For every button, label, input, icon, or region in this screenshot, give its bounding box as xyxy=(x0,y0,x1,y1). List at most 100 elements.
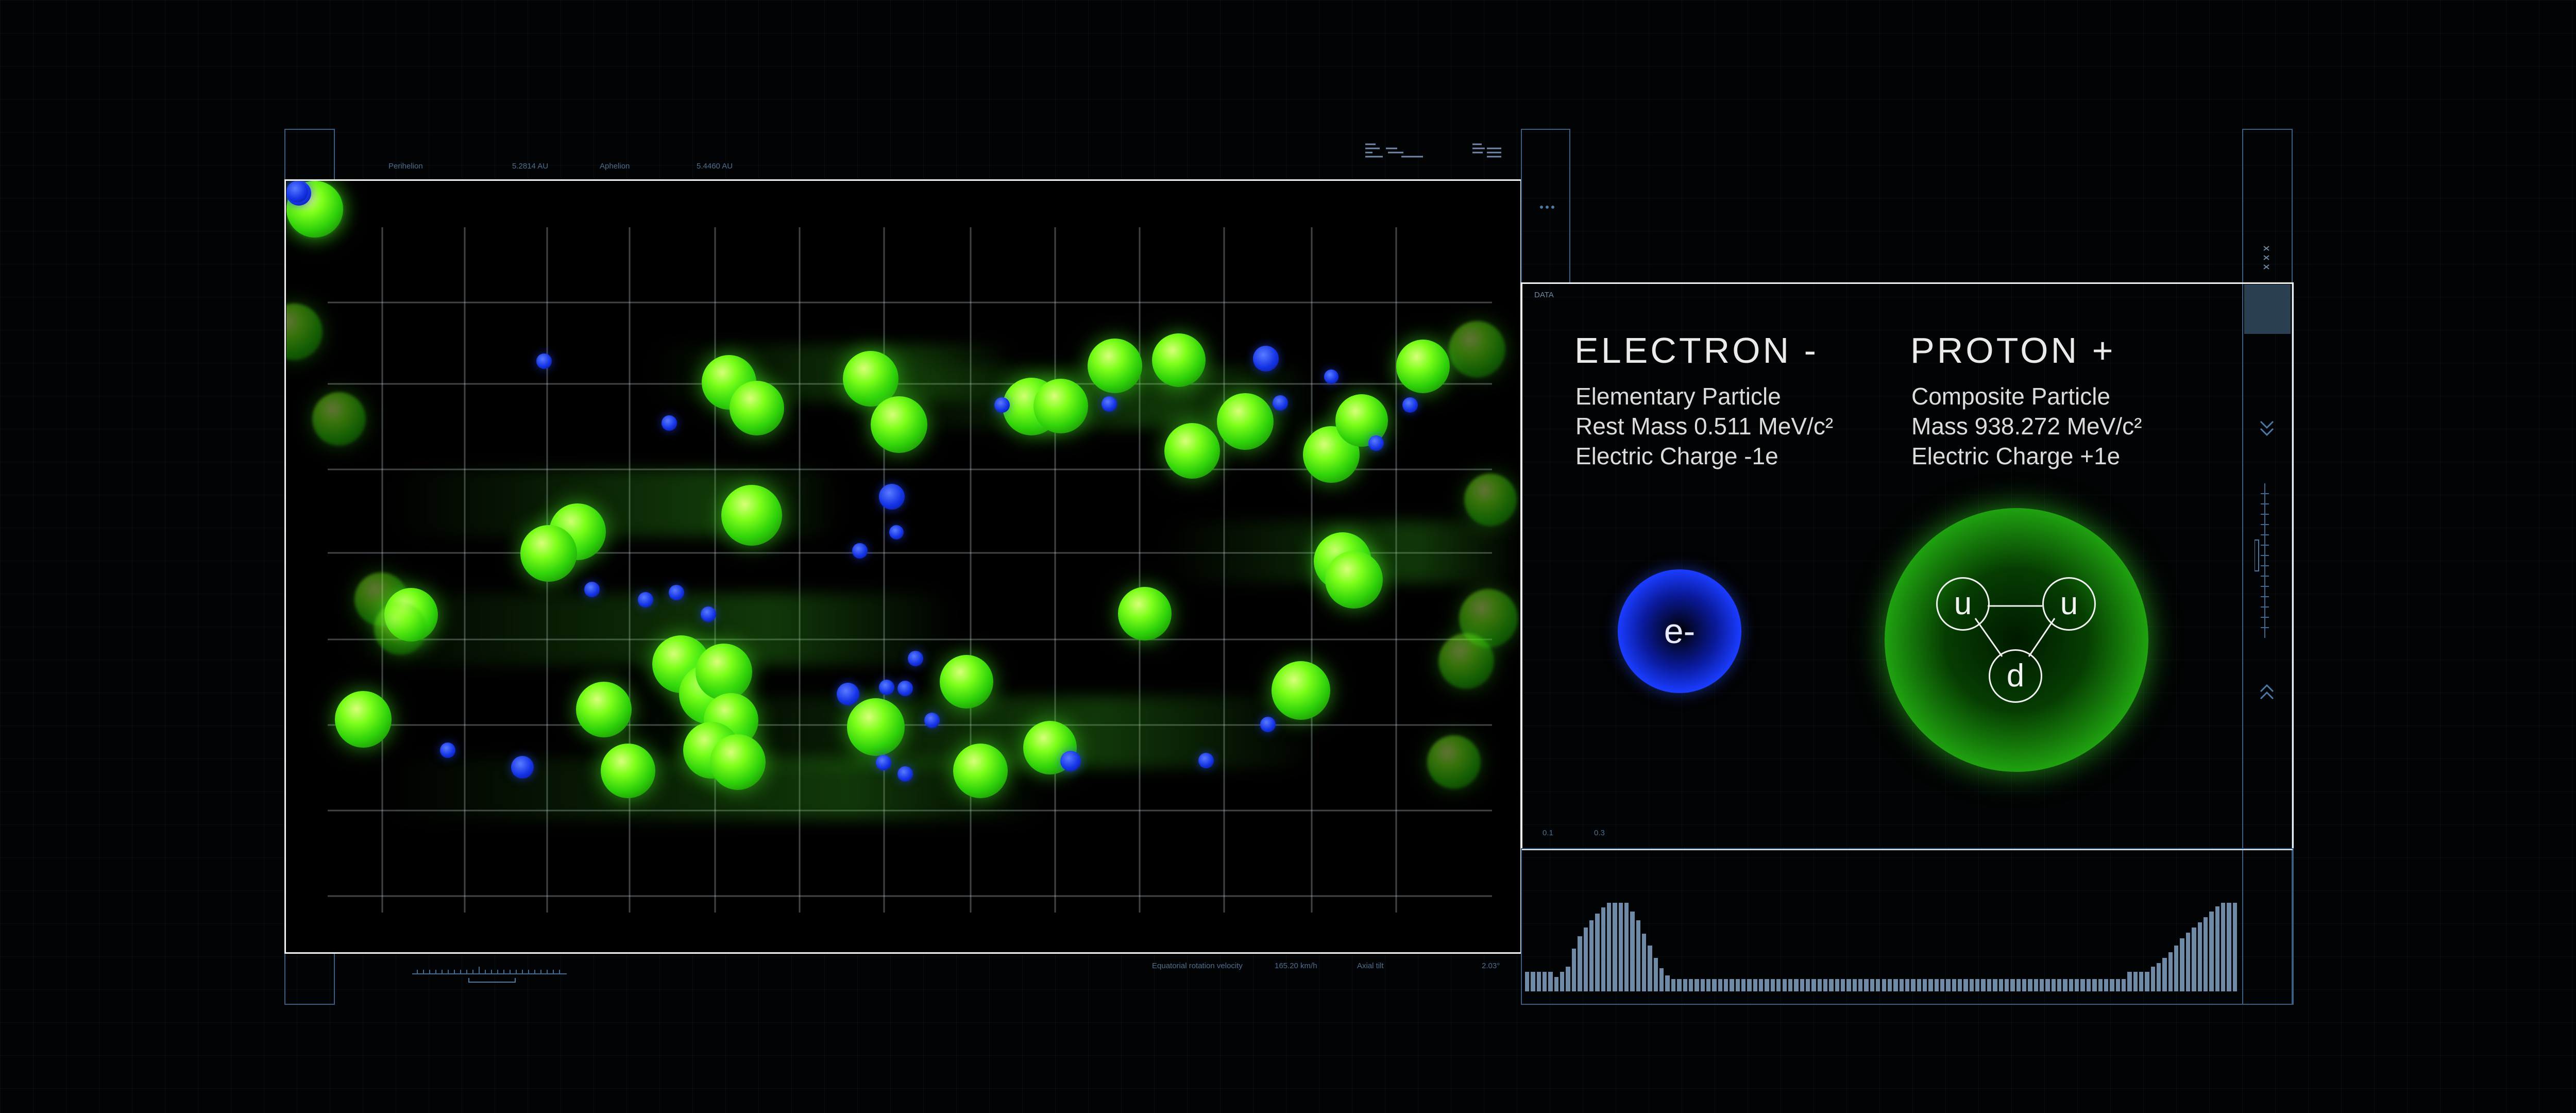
electron-particle xyxy=(897,766,913,782)
electron-particle xyxy=(879,680,894,695)
ellipsis-icon[interactable] xyxy=(1539,203,1555,209)
proton-particle xyxy=(1325,551,1383,609)
histogram-bar xyxy=(1800,979,1804,991)
histogram-bar xyxy=(2022,979,2027,991)
proton-particle xyxy=(871,396,927,453)
stat-glyphs xyxy=(1365,142,1427,159)
histogram-bar xyxy=(1794,979,1799,991)
histogram-bar xyxy=(1917,979,1921,991)
data-tag: DATA xyxy=(1534,291,1554,299)
histogram-bar xyxy=(1688,979,1693,991)
histogram-bar xyxy=(1811,979,1816,991)
electron-particle xyxy=(1260,717,1276,732)
histogram-bar xyxy=(2180,938,2184,991)
electron-particle xyxy=(584,582,600,597)
histogram-bar xyxy=(1887,979,1892,991)
histogram-bar xyxy=(1694,979,1699,991)
histogram-bar xyxy=(1958,979,1962,991)
histogram-bar xyxy=(2127,972,2132,991)
histogram-bar xyxy=(2221,903,2226,991)
histogram-bar xyxy=(1536,972,1541,991)
histogram-bar xyxy=(1922,979,1927,991)
proton-mass: Mass 938.272 MeV/c² xyxy=(1911,413,2142,440)
histogram-bar xyxy=(2215,906,2219,991)
histogram-bar xyxy=(2145,972,2149,991)
histogram-bar xyxy=(2057,979,2062,991)
histogram-bar xyxy=(1835,979,1840,991)
histogram-bar xyxy=(2168,952,2173,991)
histogram-bar xyxy=(1624,903,1629,991)
proton-particle xyxy=(1088,339,1142,393)
histogram-bar xyxy=(1566,966,1570,991)
proton-particle xyxy=(847,698,905,756)
histogram-bar xyxy=(1671,979,1676,991)
histogram-bar xyxy=(2040,979,2044,991)
histogram-bar xyxy=(1665,975,1670,991)
histogram-bar xyxy=(1718,979,1722,991)
histogram-bar xyxy=(1765,979,1769,991)
histogram-bar xyxy=(2185,933,2191,991)
histogram-bar xyxy=(1618,903,1623,991)
histogram-bar xyxy=(1928,979,1933,991)
histogram-bar xyxy=(2227,903,2231,991)
proton-particle xyxy=(730,381,784,435)
electron-type: Elementary Particle xyxy=(1575,383,1781,410)
histogram-bar xyxy=(1735,979,1740,991)
electron-particle xyxy=(638,592,653,608)
proton-particle xyxy=(335,691,392,748)
histogram-bar xyxy=(1659,968,1664,991)
proton-particle xyxy=(520,525,577,582)
histogram-bar xyxy=(1525,972,1530,991)
histogram-bar xyxy=(1893,979,1898,991)
histogram-bar xyxy=(1882,979,1886,991)
histogram-bar xyxy=(1776,979,1781,991)
histogram-bar xyxy=(1852,979,1857,991)
proton-particle xyxy=(1033,379,1088,433)
timeline-scrubber[interactable] xyxy=(412,965,567,987)
histogram-bar xyxy=(1998,979,2003,991)
electron-particle xyxy=(889,525,904,539)
histogram-bar xyxy=(2197,922,2202,991)
electron-diagram: e- xyxy=(1618,569,1741,693)
electron-particle xyxy=(837,683,859,705)
electron-particle xyxy=(1402,397,1418,413)
proton-particle xyxy=(721,485,782,546)
proton-charge: Electric Charge +1e xyxy=(1911,443,2121,469)
electron-mass: Rest Mass 0.511 MeV/c² xyxy=(1575,413,1834,440)
histogram-bar xyxy=(1940,979,1945,991)
proton-particle xyxy=(1217,393,1274,450)
electron-particle xyxy=(994,397,1010,413)
histogram-bar xyxy=(1963,979,1968,991)
histogram-bar xyxy=(1981,979,1986,991)
histogram-bar xyxy=(2033,979,2038,991)
histogram-bar xyxy=(1770,979,1775,991)
proton-particle xyxy=(710,734,766,790)
proton-particle xyxy=(1118,587,1172,640)
histogram-bar xyxy=(1730,979,1734,991)
histogram-bar xyxy=(2209,912,2214,991)
histogram-bar xyxy=(2016,979,2021,991)
electron-particle xyxy=(440,743,455,758)
electron-particle xyxy=(286,181,308,203)
perihelion-value: 5.2814 AU xyxy=(512,162,549,171)
particle-simulation[interactable] xyxy=(286,181,1520,952)
histogram-bar xyxy=(1578,936,1582,991)
electron-particle xyxy=(852,543,868,559)
histogram-bar xyxy=(2203,917,2208,991)
aphelion-value: 5.4460 AU xyxy=(697,162,733,171)
up-quark: u xyxy=(2042,577,2096,631)
close-icon[interactable] xyxy=(2262,244,2272,273)
histogram-bar xyxy=(1782,979,1787,991)
histogram-bar xyxy=(1858,979,1863,991)
electron-symbol: e- xyxy=(1664,612,1696,651)
electron-particle xyxy=(1060,751,1081,771)
stat-glyphs xyxy=(1472,142,1503,159)
electron-particle xyxy=(511,756,534,779)
electron-charge: Electric Charge -1e xyxy=(1575,443,1778,469)
perihelion-label: Perihelion xyxy=(388,162,423,171)
histogram-bar xyxy=(2069,979,2074,991)
proton-particle xyxy=(1438,633,1494,689)
proton-particle xyxy=(374,602,427,655)
up-quark: u xyxy=(1936,577,1990,631)
histogram-bar xyxy=(2063,979,2067,991)
